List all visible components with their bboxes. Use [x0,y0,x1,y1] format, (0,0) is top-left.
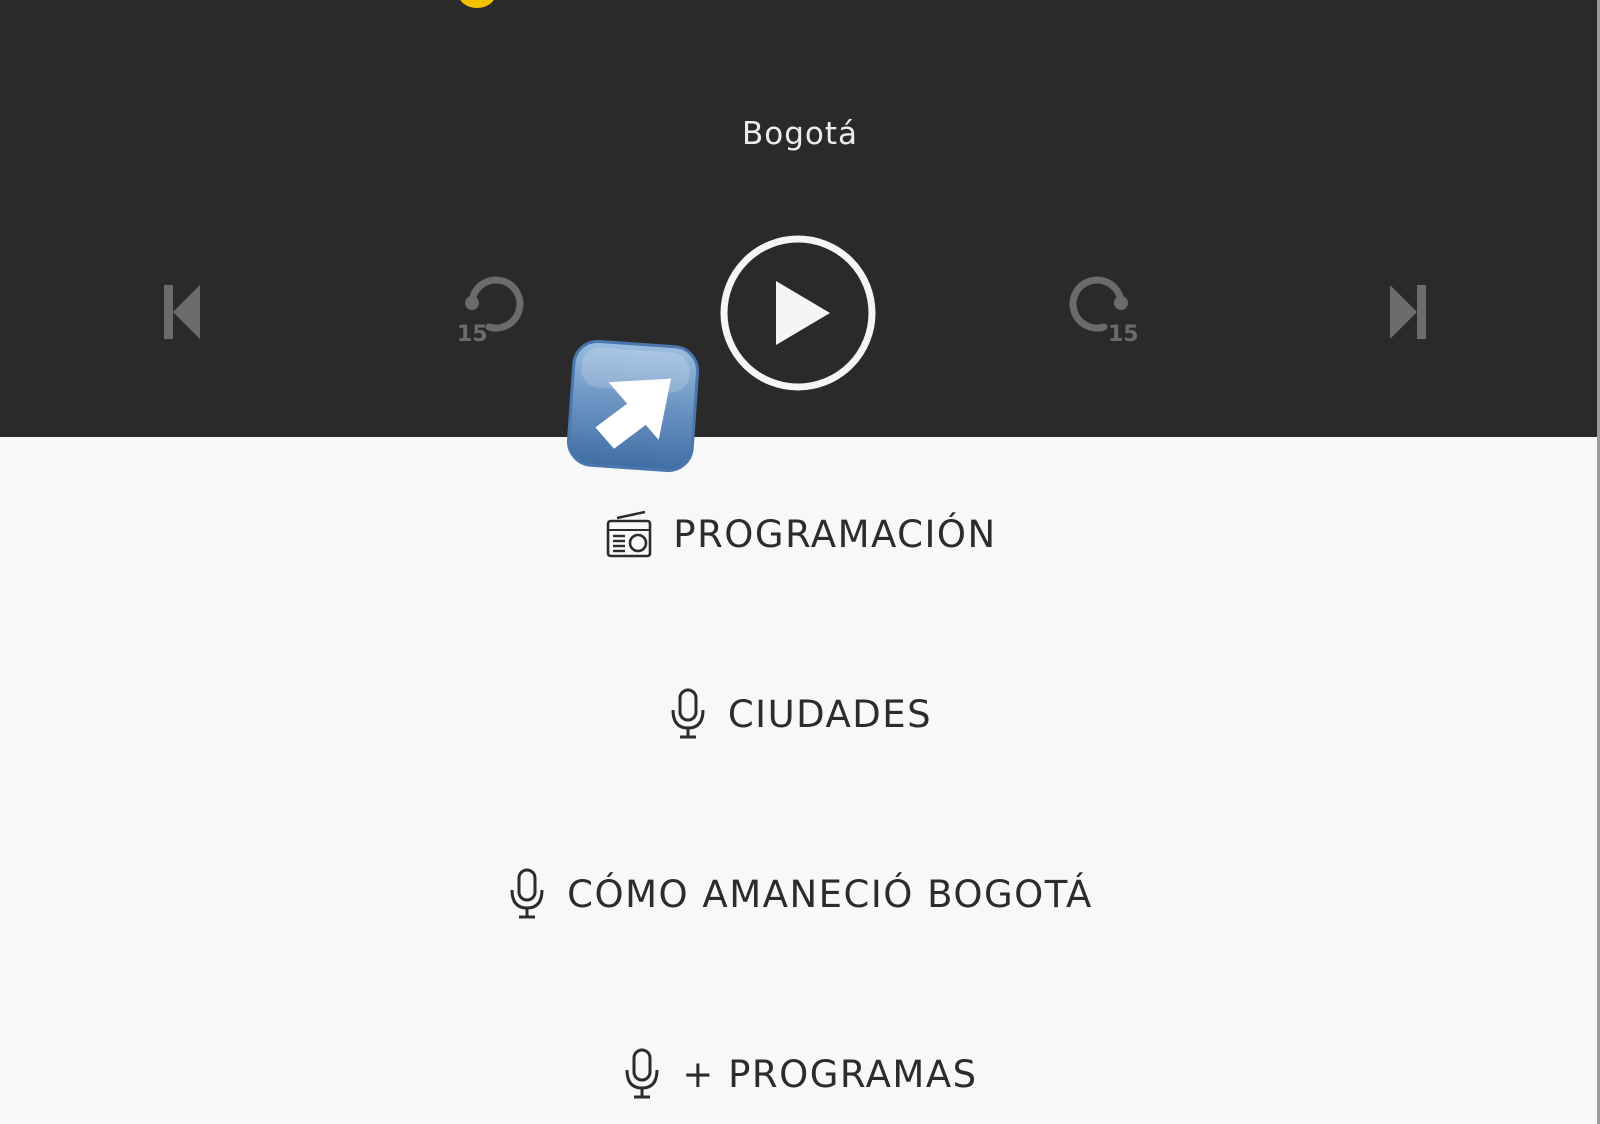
menu-item-label: CIUDADES [727,692,933,736]
open-external-arrow-icon[interactable] [565,338,701,474]
rewind-seconds: 15 [457,322,488,347]
audio-player: Bogotá 15 15 [0,0,1600,437]
rewind-15-button[interactable]: 15 [455,275,525,347]
forward-seconds: 15 [1108,322,1139,347]
skip-next-button[interactable] [1388,282,1432,342]
microphone-icon [507,868,547,920]
menu-item-label: + PROGRAMAS [682,1052,978,1096]
menu-item-como-amanecio-bogota[interactable]: CÓMO AMANECIÓ BOGOTÁ [0,864,1600,924]
rewind-15-icon: 15 [457,276,524,347]
skip-previous-icon [164,285,200,339]
forward-15-icon: 15 [1069,276,1139,347]
skip-next-icon [1390,285,1426,339]
menu-item-label: CÓMO AMANECIÓ BOGOTÁ [567,872,1093,916]
microphone-icon [622,1048,662,1100]
station-logo-dot [458,0,496,8]
forward-15-button[interactable]: 15 [1068,275,1140,347]
microphone-icon [668,688,708,740]
menu-item-label: PROGRAMACIÓN [673,512,997,556]
play-button[interactable] [718,233,878,393]
menu-item-mas-programas[interactable]: + PROGRAMAS [0,1044,1600,1104]
radio-icon [603,509,653,559]
city-name: Bogotá [741,116,859,152]
menu-item-programacion[interactable]: PROGRAMACIÓN [0,504,1600,564]
skip-previous-button[interactable] [158,282,202,342]
menu-item-ciudades[interactable]: CIUDADES [0,684,1600,744]
play-icon [720,235,876,391]
